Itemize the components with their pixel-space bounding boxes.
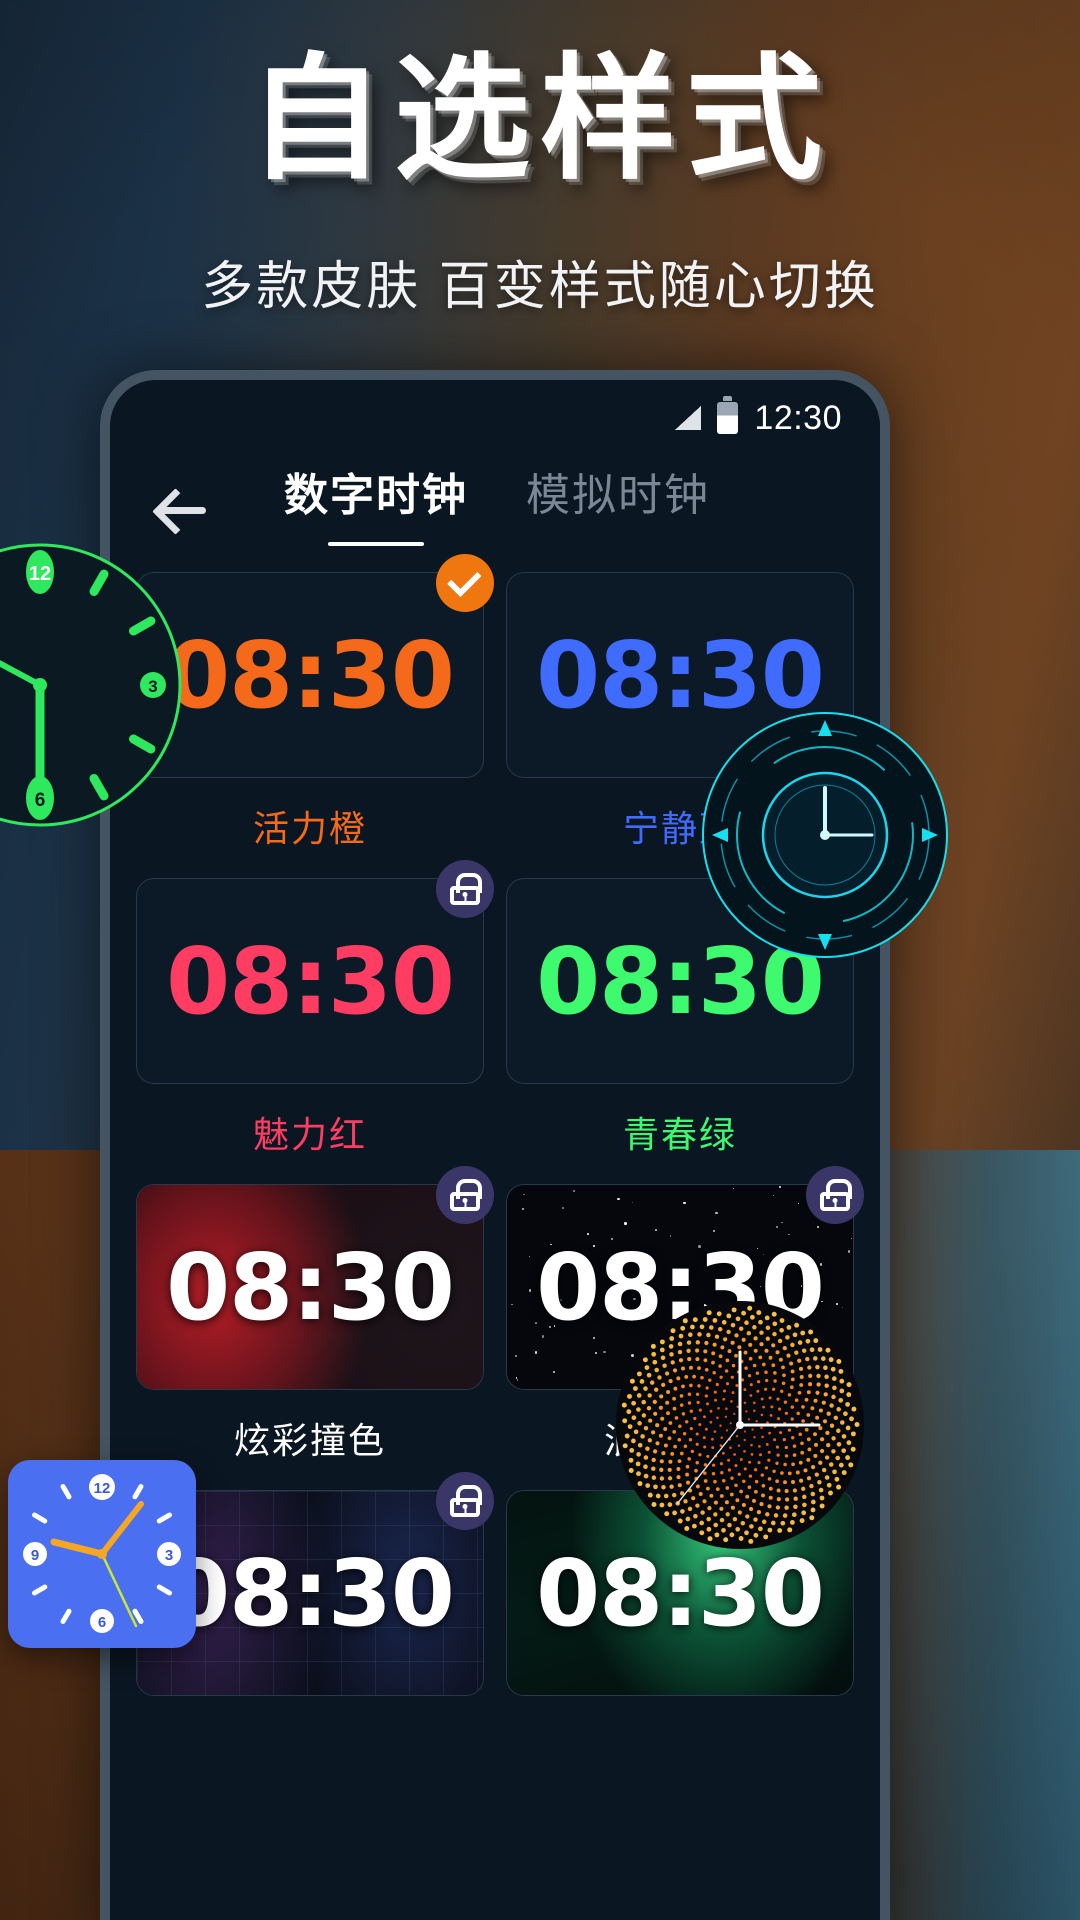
signal-icon	[675, 406, 701, 430]
clock-style-cell: 08:30 活力橙	[136, 572, 484, 852]
blue-square-clock-widget-decoration: 12 3 9 6	[8, 1460, 196, 1648]
svg-text:3: 3	[165, 1547, 173, 1564]
selected-check-icon[interactable]	[436, 554, 494, 612]
cyan-tech-clock-decoration	[700, 710, 950, 960]
battery-icon	[717, 402, 738, 434]
clock-time-preview: 08:30	[166, 1540, 454, 1647]
phone-mockup: 12:30 数字时钟 模拟时钟 08:30 活力橙 08:30 宁静蓝 08:30 魅力红…	[100, 370, 890, 1920]
app-header: 数字时钟 模拟时钟	[110, 446, 880, 546]
lock-icon[interactable]	[806, 1166, 864, 1224]
svg-text:9: 9	[31, 1547, 39, 1564]
green-analog-clock-decoration: 12 3 6	[0, 540, 185, 830]
clock-style-label: 活力橙	[136, 800, 484, 852]
svg-text:12: 12	[29, 563, 51, 585]
orange-dot-clock-decoration	[615, 1300, 865, 1550]
clock-style-label: 青春绿	[506, 1106, 854, 1158]
clock-style-cell: 08:30 魅力红	[136, 878, 484, 1158]
clock-time-preview: 08:30	[536, 1540, 824, 1647]
phone-screen: 12:30 数字时钟 模拟时钟 08:30 活力橙 08:30 宁静蓝 08:30 魅力红…	[110, 380, 880, 1920]
clock-time-preview: 08:30	[166, 1234, 454, 1341]
lock-icon[interactable]	[436, 1472, 494, 1530]
clock-style-card[interactable]: 08:30	[136, 572, 484, 778]
clock-style-label: 魅力红	[136, 1106, 484, 1158]
svg-text:3: 3	[148, 677, 157, 696]
svg-text:6: 6	[35, 790, 46, 811]
clock-style-cell: 08:30 炫彩撞色	[136, 1184, 484, 1464]
svg-text:6: 6	[98, 1614, 106, 1631]
svg-text:12: 12	[94, 1480, 111, 1497]
hero-section: 自选样式 多款皮肤 百变样式随心切换	[0, 48, 1080, 319]
page-subtitle: 多款皮肤 百变样式随心切换	[0, 244, 1080, 319]
clock-time-preview: 08:30	[166, 928, 454, 1035]
clock-time-preview: 08:30	[166, 622, 454, 729]
status-bar: 12:30	[110, 380, 880, 446]
page-title: 自选样式	[0, 48, 1080, 192]
lock-icon[interactable]	[436, 860, 494, 918]
clock-style-label: 炫彩撞色	[136, 1412, 484, 1464]
clock-style-card[interactable]: 08:30	[136, 1184, 484, 1390]
lock-icon[interactable]	[436, 1166, 494, 1224]
tab-bar: 数字时钟 模拟时钟	[284, 472, 710, 546]
status-bar-time: 12:30	[754, 399, 842, 438]
tab-digital-clock[interactable]: 数字时钟	[284, 472, 468, 546]
back-arrow-icon[interactable]	[154, 481, 210, 537]
tab-analog-clock[interactable]: 模拟时钟	[526, 472, 710, 546]
clock-style-card[interactable]: 08:30	[136, 878, 484, 1084]
